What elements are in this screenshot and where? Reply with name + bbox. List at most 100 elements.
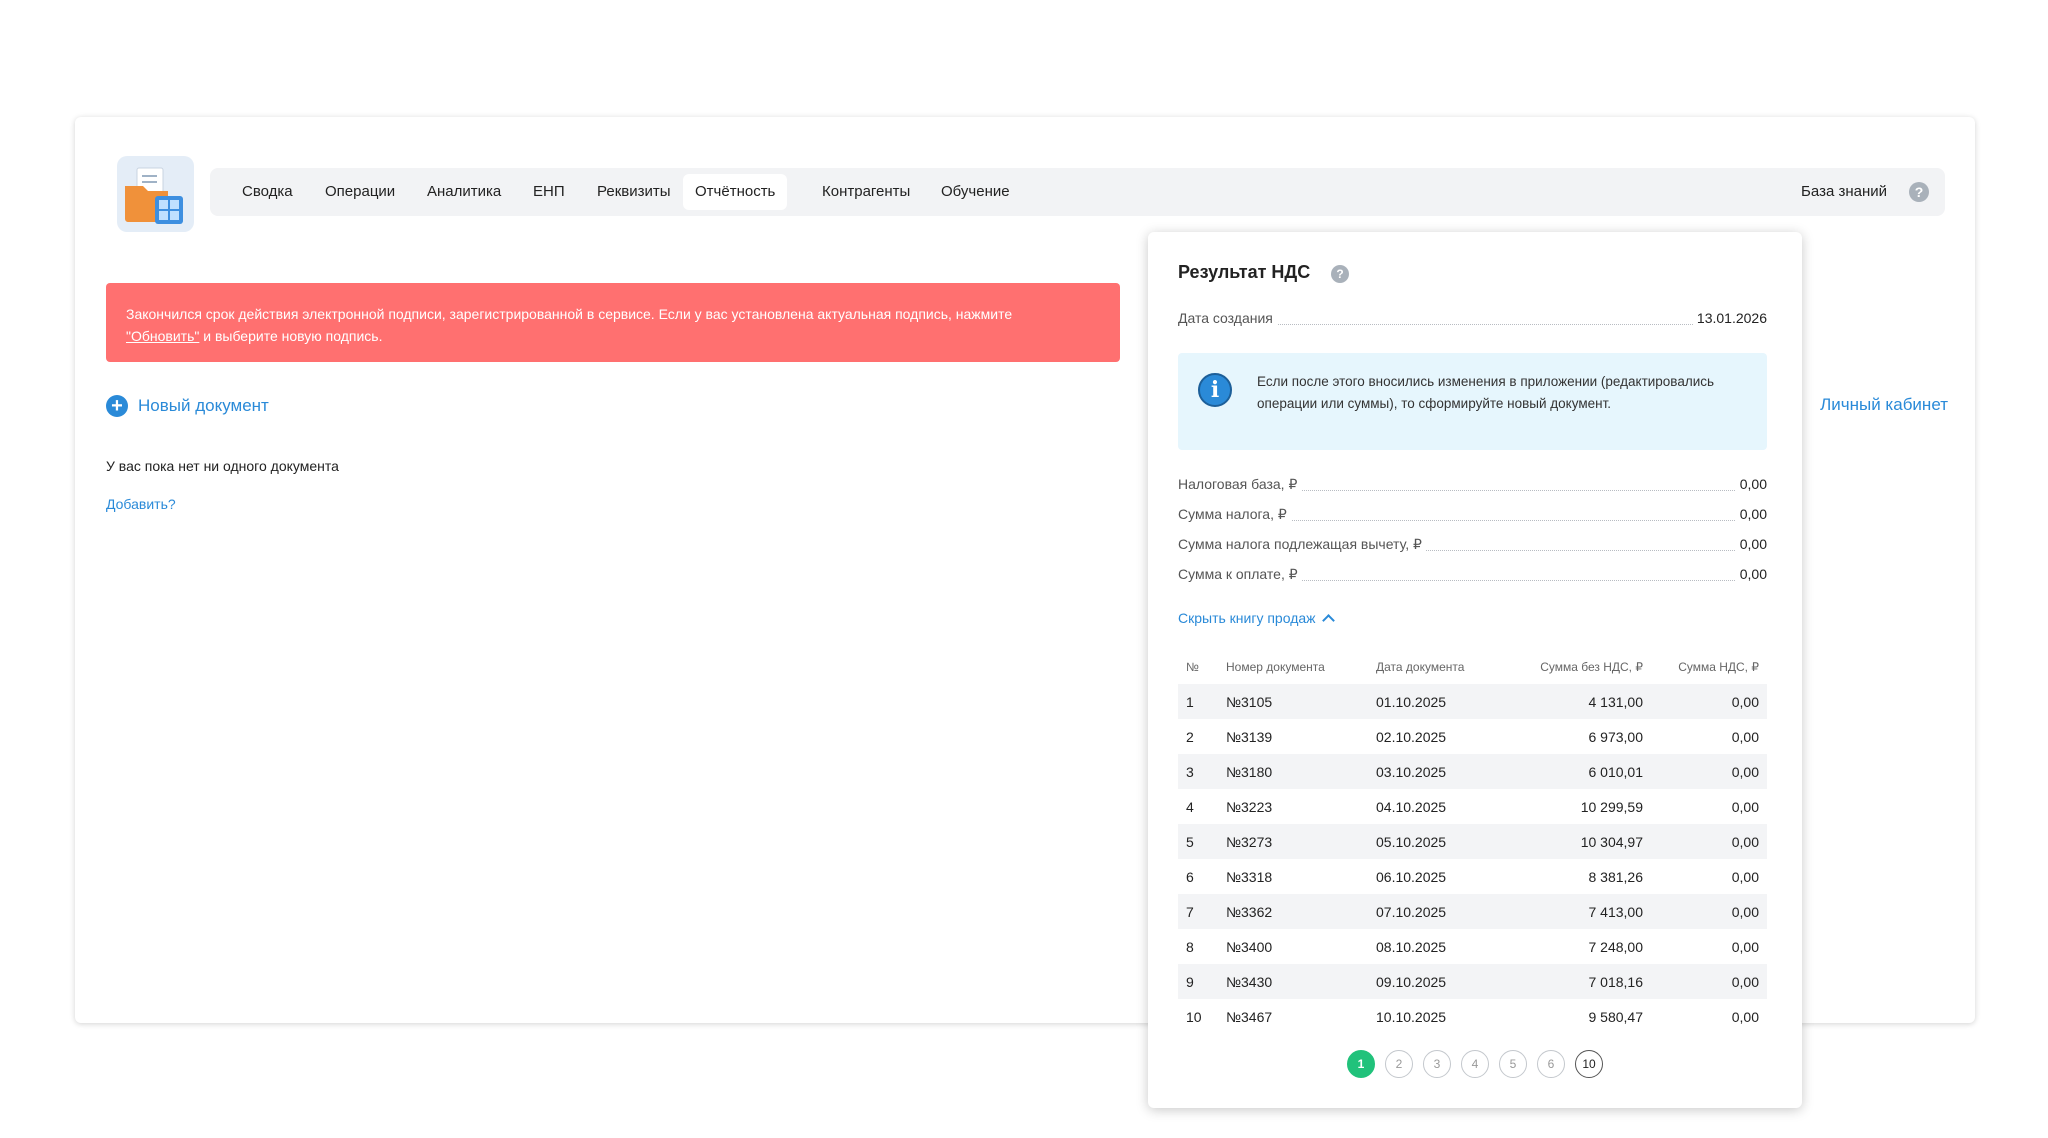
table-row: 8 №3400 08.10.2025 7 248,00 0,00	[1178, 929, 1767, 964]
table-cell: 0,00	[1651, 754, 1767, 789]
pagination: 1 2 3 4 5 6 10	[1148, 1050, 1802, 1078]
table-cell: 09.10.2025	[1368, 964, 1504, 999]
table-row: 2 №3139 02.10.2025 6 973,00 0,00	[1178, 719, 1767, 754]
table-cell: 8	[1186, 938, 1194, 955]
info-icon: i	[1198, 373, 1232, 407]
tab-analytics[interactable]: Аналитика	[415, 174, 513, 210]
table-cell: 0,00	[1731, 1008, 1759, 1025]
table-cell: 04.10.2025	[1376, 798, 1447, 815]
created-date-label: Дата создания	[1178, 310, 1277, 326]
col-doc-date: Дата документа	[1376, 660, 1465, 674]
tab-operations[interactable]: Операции	[313, 174, 407, 210]
table-cell: 0,00	[1651, 684, 1767, 719]
info-text: Если после этого вносились изменения в п…	[1257, 374, 1715, 411]
table-cell: №3400	[1226, 938, 1273, 955]
table-cell: 7 413,00	[1504, 894, 1651, 929]
tab-enp[interactable]: ЕНП	[521, 174, 577, 210]
summary-label: Сумма налога, ₽	[1178, 506, 1291, 523]
page-button[interactable]: 4	[1461, 1050, 1489, 1078]
help-icon[interactable]: ?	[1331, 265, 1349, 283]
tab-reports[interactable]: Отчётность	[683, 174, 788, 210]
table-cell: 03.10.2025	[1368, 754, 1504, 789]
tab-requisites[interactable]: Реквизиты	[585, 174, 683, 210]
table-cell: 5	[1178, 824, 1218, 859]
summary-value: 0,00	[1735, 506, 1767, 522]
col-vat-sum: Сумма НДС, ₽	[1678, 660, 1759, 674]
summary-value: 0,00	[1735, 536, 1767, 552]
chevron-up-icon	[1321, 613, 1335, 627]
signature-expired-alert: Закончился срок действия электронной под…	[106, 283, 1120, 362]
table-cell: 05.10.2025	[1368, 824, 1504, 859]
page-button[interactable]: 1	[1347, 1050, 1375, 1078]
table-row: 9 №3430 09.10.2025 7 018,16 0,00	[1178, 964, 1767, 999]
table-cell: №3139	[1226, 728, 1273, 745]
folder-calculator-icon	[125, 167, 183, 224]
summary-value: 0,00	[1735, 566, 1767, 582]
table-cell: 9 580,47	[1588, 1008, 1644, 1025]
table-cell: 10 299,59	[1580, 798, 1643, 815]
col-sum-without-vat: Сумма без НДС, ₽	[1540, 660, 1643, 674]
table-cell: 6 010,01	[1504, 754, 1651, 789]
table-row: 1 №3105 01.10.2025 4 131,00 0,00	[1178, 684, 1767, 719]
page-button[interactable]: 2	[1385, 1050, 1413, 1078]
summary-row: Сумма налога подлежащая вычету, ₽ 0,00	[1178, 536, 1767, 556]
table-cell: 0,00	[1731, 938, 1759, 955]
table-header-row: № Номер документа Дата документа Сумма б…	[1178, 650, 1767, 684]
app-logo[interactable]	[117, 156, 194, 232]
table-cell: 4	[1186, 798, 1194, 815]
table-cell: 06.10.2025	[1376, 868, 1447, 885]
page-button[interactable]: 10	[1575, 1050, 1603, 1078]
col-number: №	[1186, 660, 1199, 674]
table-cell: 8 381,26	[1588, 868, 1644, 885]
toggle-label: Скрыть книгу продаж	[1178, 610, 1316, 626]
summary-label: Сумма налога подлежащая вычету, ₽	[1178, 536, 1426, 553]
plus-icon: +	[106, 395, 128, 417]
table-cell: 0,00	[1731, 728, 1759, 745]
new-document-button[interactable]: + Новый документ	[106, 394, 269, 418]
table-cell: 10	[1186, 1008, 1202, 1025]
created-date-value: 13.01.2026	[1692, 310, 1767, 326]
table-cell: 7 018,16	[1504, 964, 1651, 999]
page-button[interactable]: 6	[1537, 1050, 1565, 1078]
table-row: 7 №3362 07.10.2025 7 413,00 0,00	[1178, 894, 1767, 929]
alert-text-tail: и выберите новую подпись.	[203, 328, 383, 344]
table-cell: 0,00	[1731, 798, 1759, 815]
new-document-label: Новый документ	[138, 396, 269, 415]
table-row: 5 №3273 05.10.2025 10 304,97 0,00	[1178, 824, 1767, 859]
table-cell: №3318	[1226, 868, 1273, 885]
tab-svodka[interactable]: Сводка	[230, 174, 305, 210]
table-cell: 2	[1186, 728, 1194, 745]
table-cell: 0,00	[1651, 824, 1767, 859]
knowledge-base-link[interactable]: База знаний	[1801, 174, 1887, 210]
tab-learning[interactable]: Обучение	[929, 174, 1022, 210]
table-cell: 0,00	[1731, 868, 1759, 885]
summary-row: Сумма к оплате, ₽ 0,00	[1178, 566, 1767, 586]
refresh-link[interactable]: "Обновить"	[126, 328, 199, 344]
table-cell: 1	[1178, 684, 1218, 719]
table-cell: 02.10.2025	[1376, 728, 1447, 745]
empty-state-text: У вас пока нет ни одного документа	[106, 458, 339, 474]
help-icon[interactable]: ?	[1909, 182, 1929, 202]
table-row: 3 №3180 03.10.2025 6 010,01 0,00	[1178, 754, 1767, 789]
table-cell: 7	[1178, 894, 1218, 929]
table-cell: 0,00	[1651, 894, 1767, 929]
vat-result-panel: Результат НДС ? Дата создания 13.01.2026…	[1148, 232, 1802, 1108]
page-button[interactable]: 5	[1499, 1050, 1527, 1078]
add-document-link[interactable]: Добавить?	[106, 496, 176, 512]
table-row: 10 №3467 10.10.2025 9 580,47 0,00	[1178, 999, 1767, 1034]
table-cell: 9	[1178, 964, 1218, 999]
table-cell: 6	[1186, 868, 1194, 885]
hide-sales-book-toggle[interactable]: Скрыть книгу продаж	[1178, 610, 1335, 627]
table-cell: 6 973,00	[1588, 728, 1644, 745]
page-button[interactable]: 3	[1423, 1050, 1451, 1078]
personal-cabinet-link[interactable]: Личный кабинет	[1820, 395, 1948, 415]
table-cell: 4 131,00	[1504, 684, 1651, 719]
alert-text: Закончился срок действия электронной под…	[126, 306, 1013, 322]
table-cell: 7 248,00	[1588, 938, 1644, 955]
table-cell: 10.10.2025	[1376, 1008, 1447, 1025]
tab-counterparties[interactable]: Контрагенты	[810, 174, 922, 210]
table-cell: 08.10.2025	[1376, 938, 1447, 955]
sales-book-table: № Номер документа Дата документа Сумма б…	[1178, 650, 1767, 1034]
table-cell: 01.10.2025	[1368, 684, 1504, 719]
summary-row: Сумма налога, ₽ 0,00	[1178, 506, 1767, 526]
